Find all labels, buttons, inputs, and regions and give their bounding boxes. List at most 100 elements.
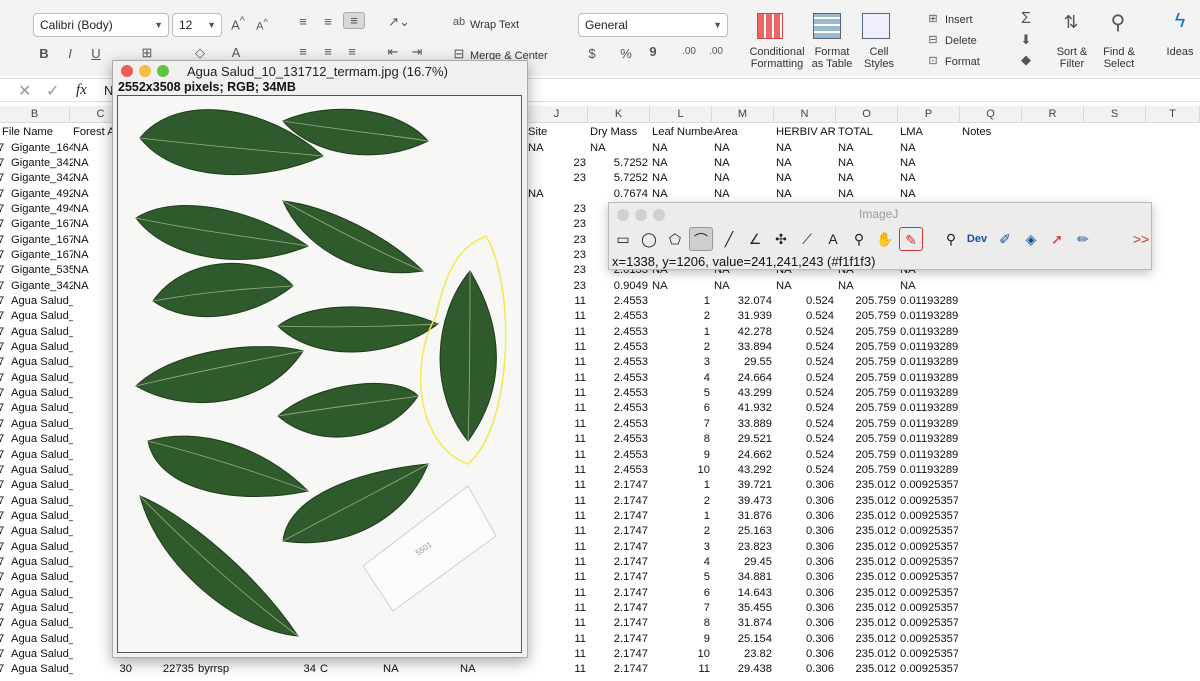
cell-m[interactable]: NA [714,156,772,171]
cell-j[interactable]: 11 [528,340,586,355]
font-color-icon[interactable]: A [226,45,246,60]
cell-b[interactable]: Agua Salud_ [11,448,73,463]
cell-p[interactable]: 0.00925357 [900,647,958,662]
freehand-tool-icon[interactable]: ⌒ [689,227,713,251]
cell-b[interactable]: Agua Salud_ [11,417,73,432]
cell-p[interactable]: 0.00925357 [900,586,958,601]
cell-n[interactable]: 0.524 [776,448,834,463]
cell-k[interactable]: 2.4553 [590,463,648,478]
cell-p[interactable]: 0.01193289 [900,417,958,432]
cell-j[interactable]: 11 [528,494,586,509]
cell-c[interactable] [73,540,113,555]
cell-c[interactable] [73,463,113,478]
cell-d-last[interactable]: 22735 [150,662,194,677]
cell-j[interactable]: NA [528,141,586,156]
cell-o[interactable]: NA [838,156,896,171]
cell-n[interactable]: 0.306 [776,555,834,570]
cell-k[interactable]: 2.1747 [590,662,648,677]
cell-m[interactable]: 41.932 [714,401,772,416]
cell-n[interactable]: 0.306 [776,494,834,509]
cell-m[interactable]: 24.664 [714,371,772,386]
cell-o[interactable]: 205.759 [838,417,896,432]
cell-j[interactable]: 11 [528,555,586,570]
cell-j[interactable]: 23 [528,233,586,248]
cell-n[interactable]: 0.524 [776,401,834,416]
cell-p[interactable]: NA [900,141,958,156]
cell-k[interactable]: 2.4553 [590,309,648,324]
cell-j[interactable]: 23 [528,171,586,186]
cell-m[interactable]: NA [714,279,772,294]
column-header-r[interactable]: R [1022,106,1084,123]
cell-o[interactable]: 235.012 [838,632,896,647]
font-name-dropdown[interactable]: Calibri (Body) ▼ [33,13,169,37]
cell-j[interactable]: 11 [528,386,586,401]
cell-c[interactable] [73,340,113,355]
cell-o[interactable]: 235.012 [838,555,896,570]
cell-b[interactable]: Gigante_164 [11,141,73,156]
cell-c[interactable] [73,386,113,401]
cell-o[interactable]: 235.012 [838,524,896,539]
brush-tool-icon[interactable]: ✐ [993,227,1017,251]
cell-c[interactable] [73,586,113,601]
cell-m[interactable]: 43.292 [714,463,772,478]
cell-b[interactable]: Agua Salud_ [11,524,73,539]
cell-b[interactable]: Agua Salud_ [11,632,73,647]
cell-c[interactable]: NA [73,171,113,186]
header-cell-dry-mass[interactable]: Dry Mass [590,125,650,140]
cell-m[interactable]: 39.473 [714,494,772,509]
cell-b[interactable]: Agua Salud_ [11,371,73,386]
pencil-tool-icon[interactable]: ✏ [1071,227,1095,251]
cell-j[interactable]: 11 [528,632,586,647]
align-right-icon[interactable]: ≡ [343,44,361,59]
cell-m[interactable]: 24.662 [714,448,772,463]
minimize-window-icon[interactable] [635,209,647,221]
cell-n[interactable]: 0.524 [776,432,834,447]
text-tool-icon[interactable]: A [821,227,845,251]
number-format-dropdown[interactable]: General ▼ [578,13,728,37]
autosum-icon[interactable]: Σ [1017,10,1035,28]
cell-b[interactable]: Agua Salud_ [11,555,73,570]
cell-j[interactable]: 23 [528,279,586,294]
cell-j[interactable]: 11 [528,294,586,309]
align-top-icon[interactable]: ≡ [294,14,312,29]
cell-l[interactable]: 2 [652,494,710,509]
cell-p[interactable]: NA [900,171,958,186]
cell-b[interactable]: Gigante_494 [11,202,73,217]
cell-m[interactable]: 42.278 [714,325,772,340]
cell-b[interactable]: Agua Salud_ [11,432,73,447]
cell-c[interactable]: NA [73,233,113,248]
font-size-dropdown[interactable]: 12 ▼ [172,13,222,37]
cell-p[interactable]: 0.00925357 [900,632,958,647]
cell-k[interactable]: 2.1747 [590,586,648,601]
cell-b[interactable]: Agua Salud_ [11,647,73,662]
cell-k[interactable]: 2.4553 [590,417,648,432]
cell-j[interactable]: 11 [528,524,586,539]
color-picker-icon[interactable]: ✎ [899,227,923,251]
cell-l[interactable]: 6 [652,586,710,601]
more-tools-button[interactable]: >> [1129,227,1153,251]
cell-c[interactable]: NA [73,217,113,232]
developer-menu-button[interactable]: Dev [965,227,989,251]
cell-o[interactable]: 235.012 [838,509,896,524]
cell-l[interactable]: 2 [652,340,710,355]
cell-j[interactable]: 11 [528,478,586,493]
cell-o[interactable]: NA [838,171,896,186]
cell-n[interactable]: 0.306 [776,601,834,616]
cell-o[interactable]: 205.759 [838,463,896,478]
cell-i2-last[interactable]: NA [460,662,490,677]
rectangle-tool-icon[interactable]: ▭ [611,227,635,251]
cell-k[interactable]: 2.1747 [590,555,648,570]
cell-j[interactable]: 11 [528,432,586,447]
fx-icon[interactable]: fx [76,82,87,99]
cell-b[interactable]: Agua Salud_ [11,616,73,631]
cell-n[interactable]: 0.524 [776,325,834,340]
cell-b[interactable]: Agua Salud_ [11,386,73,401]
zoom-tool-icon[interactable]: ⚲ [939,227,963,251]
cell-o[interactable]: NA [838,279,896,294]
cell-l[interactable]: NA [652,187,710,202]
close-window-icon[interactable] [121,65,133,77]
point-tool-icon[interactable]: ✣ [769,227,793,251]
cell-o[interactable]: 205.759 [838,294,896,309]
cell-m[interactable]: NA [714,187,772,202]
cell-k[interactable]: 5.7252 [590,156,648,171]
